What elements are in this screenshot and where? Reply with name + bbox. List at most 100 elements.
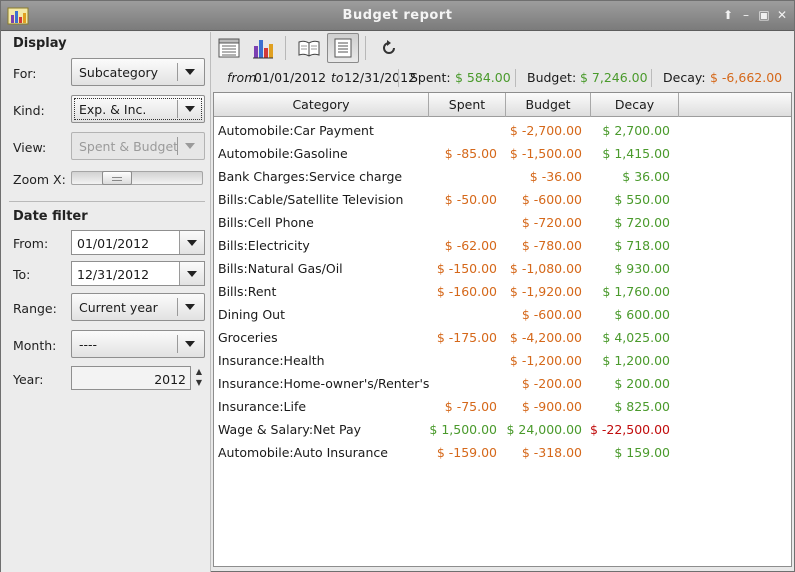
category-cell: Bills:Cell Phone bbox=[218, 215, 314, 230]
table-row[interactable]: Bank Charges:Service charge $ -36.00 $ 36.… bbox=[214, 165, 791, 188]
range-label: Range: bbox=[13, 301, 57, 316]
column-header-budget[interactable]: Budget bbox=[506, 93, 591, 117]
sidebar: Display For: Subcategory Kind: Exp. & In… bbox=[1, 32, 211, 572]
range-combo[interactable]: Current year bbox=[71, 293, 205, 321]
table-row[interactable]: Wage & Salary:Net Pay $ 1,500.00 $ 24,000.… bbox=[214, 418, 791, 441]
book-button[interactable] bbox=[293, 33, 325, 63]
table-row[interactable]: Bills:Natural Gas/Oil $ -150.00 $ -1,080.0… bbox=[214, 257, 791, 280]
bar-chart-button[interactable] bbox=[247, 33, 279, 63]
table-row[interactable]: Bills:Rent $ -160.00 $ -1,920.00 $ 1,760.00 bbox=[214, 280, 791, 303]
zoom-slider-handle[interactable] bbox=[102, 171, 132, 185]
budget-cell: $ -4,200.00 bbox=[509, 330, 582, 345]
spent-label: Spent: bbox=[410, 70, 451, 85]
pane-divider[interactable] bbox=[210, 32, 211, 572]
title-bar[interactable]: Budget report ⬆ – ▣ ✕ bbox=[1, 1, 794, 31]
budget-report-window: Budget report ⬆ – ▣ ✕ Display For: Subca… bbox=[0, 0, 795, 572]
column-header-decay[interactable]: Decay bbox=[591, 93, 679, 117]
shade-up-icon[interactable]: ⬆ bbox=[721, 8, 735, 22]
table-row[interactable]: Automobile:Auto Insurance $ -159.00 $ -318… bbox=[214, 441, 791, 464]
to-date-field[interactable]: 12/31/2012 bbox=[71, 261, 205, 286]
category-cell: Insurance:Health bbox=[218, 353, 325, 368]
table-row[interactable]: Insurance:Home-owner's/Renter's $ -200.00… bbox=[214, 372, 791, 395]
to-date-dropdown[interactable] bbox=[179, 262, 204, 285]
spin-up-icon[interactable]: ▲ bbox=[193, 366, 205, 377]
view-value: Spent & Budget bbox=[79, 139, 179, 154]
spin-down-icon[interactable]: ▼ bbox=[193, 377, 205, 388]
minimize-icon[interactable]: – bbox=[739, 8, 753, 22]
decay-cell: $ 930.00 bbox=[614, 261, 670, 276]
for-label: For: bbox=[13, 66, 37, 81]
budget-cell: $ -200.00 bbox=[521, 376, 582, 391]
budget-total: $ 7,246.00 bbox=[580, 70, 648, 85]
table-row[interactable]: Bills:Electricity $ -62.00 $ -780.00 $ 718.… bbox=[214, 234, 791, 257]
year-value: 2012 bbox=[154, 372, 186, 387]
from-date-dropdown[interactable] bbox=[179, 231, 204, 254]
decay-cell: $ 1,760.00 bbox=[602, 284, 670, 299]
category-cell: Bills:Cable/Satellite Television bbox=[218, 192, 404, 207]
table-row[interactable]: Automobile:Gasoline $ -85.00 $ -1,500.00 $ … bbox=[214, 142, 791, 165]
from-date-field[interactable]: 01/01/2012 bbox=[71, 230, 205, 255]
budget-cell: $ -1,920.00 bbox=[509, 284, 582, 299]
decay-cell: $ 2,700.00 bbox=[602, 123, 670, 138]
spent-cell: $ -62.00 bbox=[444, 238, 497, 253]
spent-cell: $ 1,500.00 bbox=[429, 422, 497, 437]
column-header-category[interactable]: Category bbox=[214, 93, 429, 117]
zoom-slider[interactable] bbox=[71, 171, 203, 185]
decay-cell: $ 200.00 bbox=[614, 376, 670, 391]
category-cell: Bank Charges:Service charge bbox=[218, 169, 403, 184]
summary-divider bbox=[398, 69, 399, 87]
spent-cell: $ -160.00 bbox=[436, 284, 497, 299]
decay-cell: $ 4,025.00 bbox=[602, 330, 670, 345]
decay-label: Decay: bbox=[663, 70, 706, 85]
refresh-icon bbox=[383, 40, 395, 54]
from-label: From: bbox=[13, 236, 49, 251]
display-section-title: Display bbox=[13, 36, 67, 51]
table-row[interactable]: Bills:Cell Phone $ -720.00 $ 720.00 bbox=[214, 211, 791, 234]
detail-view-button[interactable] bbox=[327, 33, 359, 63]
budget-cell: $ -600.00 bbox=[521, 307, 582, 322]
table-row[interactable]: Dining Out $ -600.00 $ 600.00 bbox=[214, 303, 791, 326]
table-row[interactable]: Groceries $ -175.00 $ -4,200.00 $ 4,025.00 bbox=[214, 326, 791, 349]
year-spinbox[interactable]: 2012 bbox=[71, 366, 191, 390]
table-header: Category Spent Budget Decay bbox=[214, 93, 791, 117]
toolbar-separator bbox=[365, 36, 366, 60]
decay-cell: $ 1,200.00 bbox=[602, 353, 670, 368]
year-spin-buttons[interactable]: ▲ ▼ bbox=[193, 366, 205, 390]
table-row[interactable]: Insurance:Life $ -75.00 $ -900.00 $ 825.00 bbox=[214, 395, 791, 418]
kind-combo[interactable]: Exp. & Inc. bbox=[71, 95, 205, 123]
spent-cell: $ -150.00 bbox=[436, 261, 497, 276]
list-view-button[interactable] bbox=[213, 33, 245, 63]
refresh-button[interactable] bbox=[373, 33, 405, 63]
column-header-spent[interactable]: Spent bbox=[429, 93, 506, 117]
decay-cell: $ 718.00 bbox=[614, 238, 670, 253]
budget-cell: $ -1,500.00 bbox=[509, 146, 582, 161]
month-label: Month: bbox=[13, 338, 57, 353]
for-combo[interactable]: Subcategory bbox=[71, 58, 205, 86]
summary-from-date: 01/01/2012 bbox=[254, 70, 327, 85]
budget-cell: $ -900.00 bbox=[521, 399, 582, 414]
bar-chart-icon bbox=[253, 40, 273, 59]
chevron-down-icon bbox=[185, 69, 195, 75]
budget-table[interactable]: Category Spent Budget Decay Automobile:C… bbox=[213, 92, 792, 567]
month-combo[interactable]: ---- bbox=[71, 330, 205, 358]
table-row[interactable]: Bills:Cable/Satellite Television $ -50.00… bbox=[214, 188, 791, 211]
spent-cell: $ -75.00 bbox=[444, 399, 497, 414]
table-row[interactable]: Automobile:Car Payment $ -2,700.00 $ 2,700… bbox=[214, 119, 791, 142]
category-cell: Bills:Electricity bbox=[218, 238, 310, 253]
toolbar bbox=[213, 32, 793, 65]
close-icon[interactable]: ✕ bbox=[775, 8, 789, 22]
spent-total: $ 584.00 bbox=[455, 70, 511, 85]
category-cell: Automobile:Car Payment bbox=[218, 123, 374, 138]
date-filter-section-title: Date filter bbox=[13, 209, 88, 224]
view-label: View: bbox=[13, 140, 47, 155]
maximize-icon[interactable]: ▣ bbox=[757, 8, 771, 22]
category-cell: Automobile:Auto Insurance bbox=[218, 445, 388, 460]
spent-cell: $ -50.00 bbox=[444, 192, 497, 207]
kind-value: Exp. & Inc. bbox=[79, 102, 147, 117]
from-word: from bbox=[227, 70, 257, 85]
category-cell: Wage & Salary:Net Pay bbox=[218, 422, 362, 437]
budget-cell: $ -2,700.00 bbox=[509, 123, 582, 138]
table-row[interactable]: Insurance:Health $ -1,200.00 $ 1,200.00 bbox=[214, 349, 791, 372]
budget-cell: $ 24,000.00 bbox=[506, 422, 582, 437]
to-date-value: 12/31/2012 bbox=[77, 267, 150, 282]
